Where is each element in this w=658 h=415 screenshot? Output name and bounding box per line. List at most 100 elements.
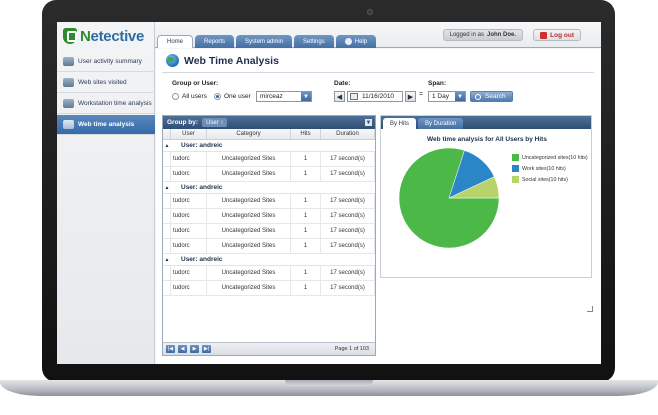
group-row[interactable]: ▲ User: andreic bbox=[163, 140, 375, 152]
logo-initial: N bbox=[80, 27, 91, 45]
sidebar-item-user-activity[interactable]: User activity summary bbox=[57, 52, 155, 72]
cell-category: Uncategorized Sites bbox=[207, 281, 291, 295]
date-field[interactable]: 11/16/2010 bbox=[347, 91, 403, 102]
column-header-hits[interactable]: Hits bbox=[291, 129, 321, 139]
row-spacer bbox=[163, 152, 171, 166]
table-row[interactable]: tudorc Uncategorized Sites 1 17 second(s) bbox=[163, 167, 375, 182]
chevron-down-icon: ▼ bbox=[455, 92, 465, 101]
table-row[interactable]: tudorc Uncategorized Sites 1 17 second(s) bbox=[163, 266, 375, 281]
expand-column-header bbox=[163, 129, 171, 139]
radio-label: All users bbox=[182, 93, 207, 100]
column-header-category[interactable]: Category bbox=[207, 129, 291, 139]
equals-sign: = bbox=[419, 91, 424, 98]
help-icon bbox=[344, 38, 352, 45]
cell-category: Uncategorized Sites bbox=[207, 152, 291, 166]
span-select[interactable]: 1 Day ▼ bbox=[428, 91, 466, 102]
table-row[interactable]: tudorc Uncategorized Sites 1 17 second(s) bbox=[163, 209, 375, 224]
cell-hits: 1 bbox=[291, 281, 321, 295]
logout-button[interactable]: Log out bbox=[533, 29, 581, 41]
column-header-duration[interactable]: Duration bbox=[321, 129, 375, 139]
radio-label: One user bbox=[224, 93, 251, 100]
workstation-icon bbox=[63, 99, 74, 108]
group-or-user-label: Group or User: bbox=[172, 80, 219, 87]
cell-user: tudorc bbox=[171, 281, 207, 295]
cell-user: tudorc bbox=[171, 209, 207, 223]
table-row[interactable]: tudorc Uncategorized Sites 1 17 second(s) bbox=[163, 224, 375, 239]
sidebar-item-label: User activity summary bbox=[78, 58, 142, 65]
collapse-icon[interactable]: ▲ bbox=[163, 185, 171, 191]
cell-hits: 1 bbox=[291, 209, 321, 223]
cell-category: Uncategorized Sites bbox=[207, 266, 291, 280]
sidebar-item-workstation-time[interactable]: Workstation time analysis bbox=[57, 94, 155, 114]
tab-home[interactable]: Home bbox=[157, 35, 194, 48]
cell-duration: 17 second(s) bbox=[321, 281, 375, 295]
grid-body: ▲ User: andreic tudorc Uncategorized Sites 1… bbox=[163, 140, 375, 296]
row-spacer bbox=[163, 209, 171, 223]
cell-category: Uncategorized Sites bbox=[207, 224, 291, 238]
tab-label: By Hits bbox=[390, 120, 410, 127]
logo-word: etective bbox=[90, 27, 145, 45]
cell-user: tudorc bbox=[171, 167, 207, 181]
tab-by-duration[interactable]: By Duration bbox=[418, 118, 464, 129]
collapse-icon[interactable]: ▲ bbox=[163, 257, 171, 263]
table-row[interactable]: tudorc Uncategorized Sites 1 17 second(s) bbox=[163, 152, 375, 167]
column-header-user[interactable]: User bbox=[171, 129, 207, 139]
cell-duration: 17 second(s) bbox=[321, 194, 375, 208]
laptop-notch bbox=[285, 380, 373, 386]
logout-label: Log out bbox=[550, 31, 574, 39]
web-time-icon bbox=[63, 120, 74, 129]
first-page-icon[interactable]: |◀ bbox=[166, 345, 175, 353]
sidebar-item-websites[interactable]: Web sites visited bbox=[57, 73, 155, 93]
date-label: Date: bbox=[334, 80, 351, 87]
sidebar-item-web-time[interactable]: Web time analysis bbox=[57, 115, 155, 135]
last-page-icon[interactable]: ▶| bbox=[202, 345, 211, 353]
legend-item: Social sites(10 hits) bbox=[512, 176, 588, 183]
next-page-icon[interactable]: ▶ bbox=[190, 345, 199, 353]
sidebar: Netective User activity summary Web site… bbox=[57, 22, 155, 364]
row-spacer bbox=[163, 239, 171, 253]
group-by-select[interactable]: User ↑ bbox=[202, 118, 228, 127]
prev-date-button[interactable]: ◀ bbox=[334, 91, 345, 102]
group-by-value: User bbox=[206, 119, 219, 126]
group-row[interactable]: ▲ User: andreic bbox=[163, 182, 375, 194]
legend-label: Uncategorized sites(10 hits) bbox=[522, 154, 588, 161]
group-row[interactable]: ▲ User: andreic bbox=[163, 254, 375, 266]
span-label: Span: bbox=[428, 80, 447, 87]
table-row[interactable]: tudorc Uncategorized Sites 1 17 second(s) bbox=[163, 239, 375, 254]
resize-handle-icon[interactable] bbox=[587, 306, 593, 312]
group-by-label: Group by: bbox=[167, 119, 199, 126]
prev-page-icon[interactable]: ◀ bbox=[178, 345, 187, 353]
tab-help[interactable]: Help bbox=[335, 35, 377, 48]
page-title: Web Time Analysis bbox=[184, 54, 279, 67]
collapse-icon[interactable]: ▲ bbox=[163, 143, 171, 149]
all-users-radio[interactable]: All users bbox=[172, 93, 207, 100]
grid-header: Group by: User ↑ ▼ bbox=[163, 116, 375, 129]
next-date-button[interactable]: ▶ bbox=[405, 91, 416, 102]
cell-duration: 17 second(s) bbox=[321, 209, 375, 223]
table-row[interactable]: tudorc Uncategorized Sites 1 17 second(s) bbox=[163, 281, 375, 296]
tab-label: Settings bbox=[303, 38, 325, 45]
user-select[interactable]: mirceaz ▼ bbox=[256, 91, 312, 102]
logged-in-status: Logged in as John Doe. bbox=[442, 29, 523, 41]
legend-label: Social sites(10 hits) bbox=[522, 176, 568, 183]
search-button[interactable]: Search bbox=[470, 91, 513, 102]
one-user-radio[interactable]: One user bbox=[214, 93, 251, 100]
tab-reports[interactable]: Reports bbox=[195, 35, 235, 48]
cell-hits: 1 bbox=[291, 266, 321, 280]
group-label: User: andreic bbox=[181, 256, 223, 263]
table-row[interactable]: tudorc Uncategorized Sites 1 17 second(s) bbox=[163, 194, 375, 209]
pie-chart bbox=[398, 147, 500, 249]
row-spacer bbox=[163, 194, 171, 208]
cell-duration: 17 second(s) bbox=[321, 266, 375, 280]
tab-label: By Duration bbox=[425, 120, 457, 127]
page-header: Web Time Analysis bbox=[166, 54, 279, 67]
chevron-down-icon[interactable]: ▼ bbox=[365, 119, 372, 126]
sidebar-item-label: Web time analysis bbox=[78, 121, 135, 128]
legend-label: Work sites(10 hits) bbox=[522, 165, 566, 172]
tab-by-hits[interactable]: By Hits bbox=[383, 118, 417, 129]
filter-bar: Group or User: All users One user mircea… bbox=[170, 80, 590, 110]
data-grid: Group by: User ↑ ▼ User Category Hits Du… bbox=[162, 115, 376, 356]
tab-settings[interactable]: Settings bbox=[294, 35, 334, 48]
tab-system-admin[interactable]: System admin bbox=[236, 35, 293, 48]
sidebar-item-label: Workstation time analysis bbox=[78, 100, 152, 107]
